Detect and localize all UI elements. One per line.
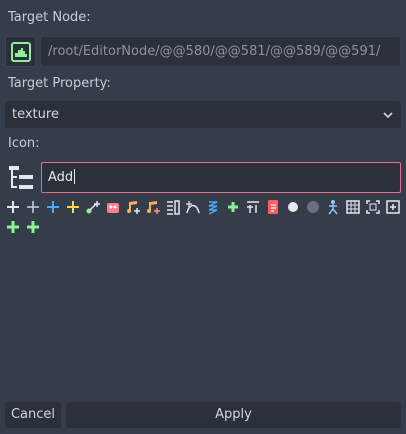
scene-node-icon[interactable] bbox=[5, 36, 36, 67]
add-blue-icon[interactable] bbox=[44, 198, 62, 216]
apply-button[interactable]: Apply bbox=[66, 402, 401, 428]
add-grid-icon[interactable] bbox=[344, 198, 362, 216]
add-spring-icon[interactable] bbox=[204, 198, 222, 216]
add-curve-icon[interactable] bbox=[184, 198, 202, 216]
add-bone-icon[interactable] bbox=[324, 198, 342, 216]
text-caret bbox=[74, 169, 76, 184]
target-property-label: Target Property: bbox=[8, 76, 111, 91]
add-frame-icon[interactable] bbox=[364, 198, 382, 216]
add-circle-white-icon[interactable] bbox=[284, 198, 302, 216]
icon-search-input[interactable]: Add bbox=[41, 162, 401, 193]
add-audio-alt-icon[interactable] bbox=[144, 198, 162, 216]
add-node-connect-icon[interactable] bbox=[84, 198, 102, 216]
icon-label: Icon: bbox=[8, 136, 40, 151]
target-property-select[interactable]: texture bbox=[5, 101, 401, 128]
add-thin-icon[interactable] bbox=[24, 198, 42, 216]
cancel-button[interactable]: Cancel bbox=[5, 402, 61, 428]
tree-icon bbox=[9, 166, 33, 189]
target-node-path[interactable]: /root/EditorNode/@@580/@@581/@@589/@@591… bbox=[40, 36, 401, 67]
icon-search-value: Add bbox=[48, 170, 74, 185]
add-script-icon[interactable] bbox=[264, 198, 282, 216]
add-square-icon[interactable] bbox=[384, 198, 402, 216]
add-green-bold-alt-icon[interactable] bbox=[24, 218, 42, 236]
icon-search-row: Add bbox=[5, 162, 401, 193]
dialog-footer: Cancel Apply bbox=[5, 402, 401, 428]
add-green-icon[interactable] bbox=[224, 198, 242, 216]
add-yellow-icon[interactable] bbox=[64, 198, 82, 216]
target-node-label: Target Node: bbox=[8, 10, 91, 25]
add-animation-icon[interactable] bbox=[104, 198, 122, 216]
add-white-icon[interactable] bbox=[4, 198, 22, 216]
chevron-down-icon bbox=[383, 112, 393, 119]
add-anchor-icon[interactable] bbox=[244, 198, 262, 216]
add-track-icon[interactable] bbox=[164, 198, 182, 216]
target-property-value: texture bbox=[12, 107, 59, 122]
add-green-bold-icon[interactable] bbox=[4, 218, 22, 236]
add-circle-dark-icon[interactable] bbox=[304, 198, 322, 216]
add-audio-icon[interactable] bbox=[124, 198, 142, 216]
target-node-row: /root/EditorNode/@@580/@@581/@@589/@@591… bbox=[5, 36, 401, 67]
